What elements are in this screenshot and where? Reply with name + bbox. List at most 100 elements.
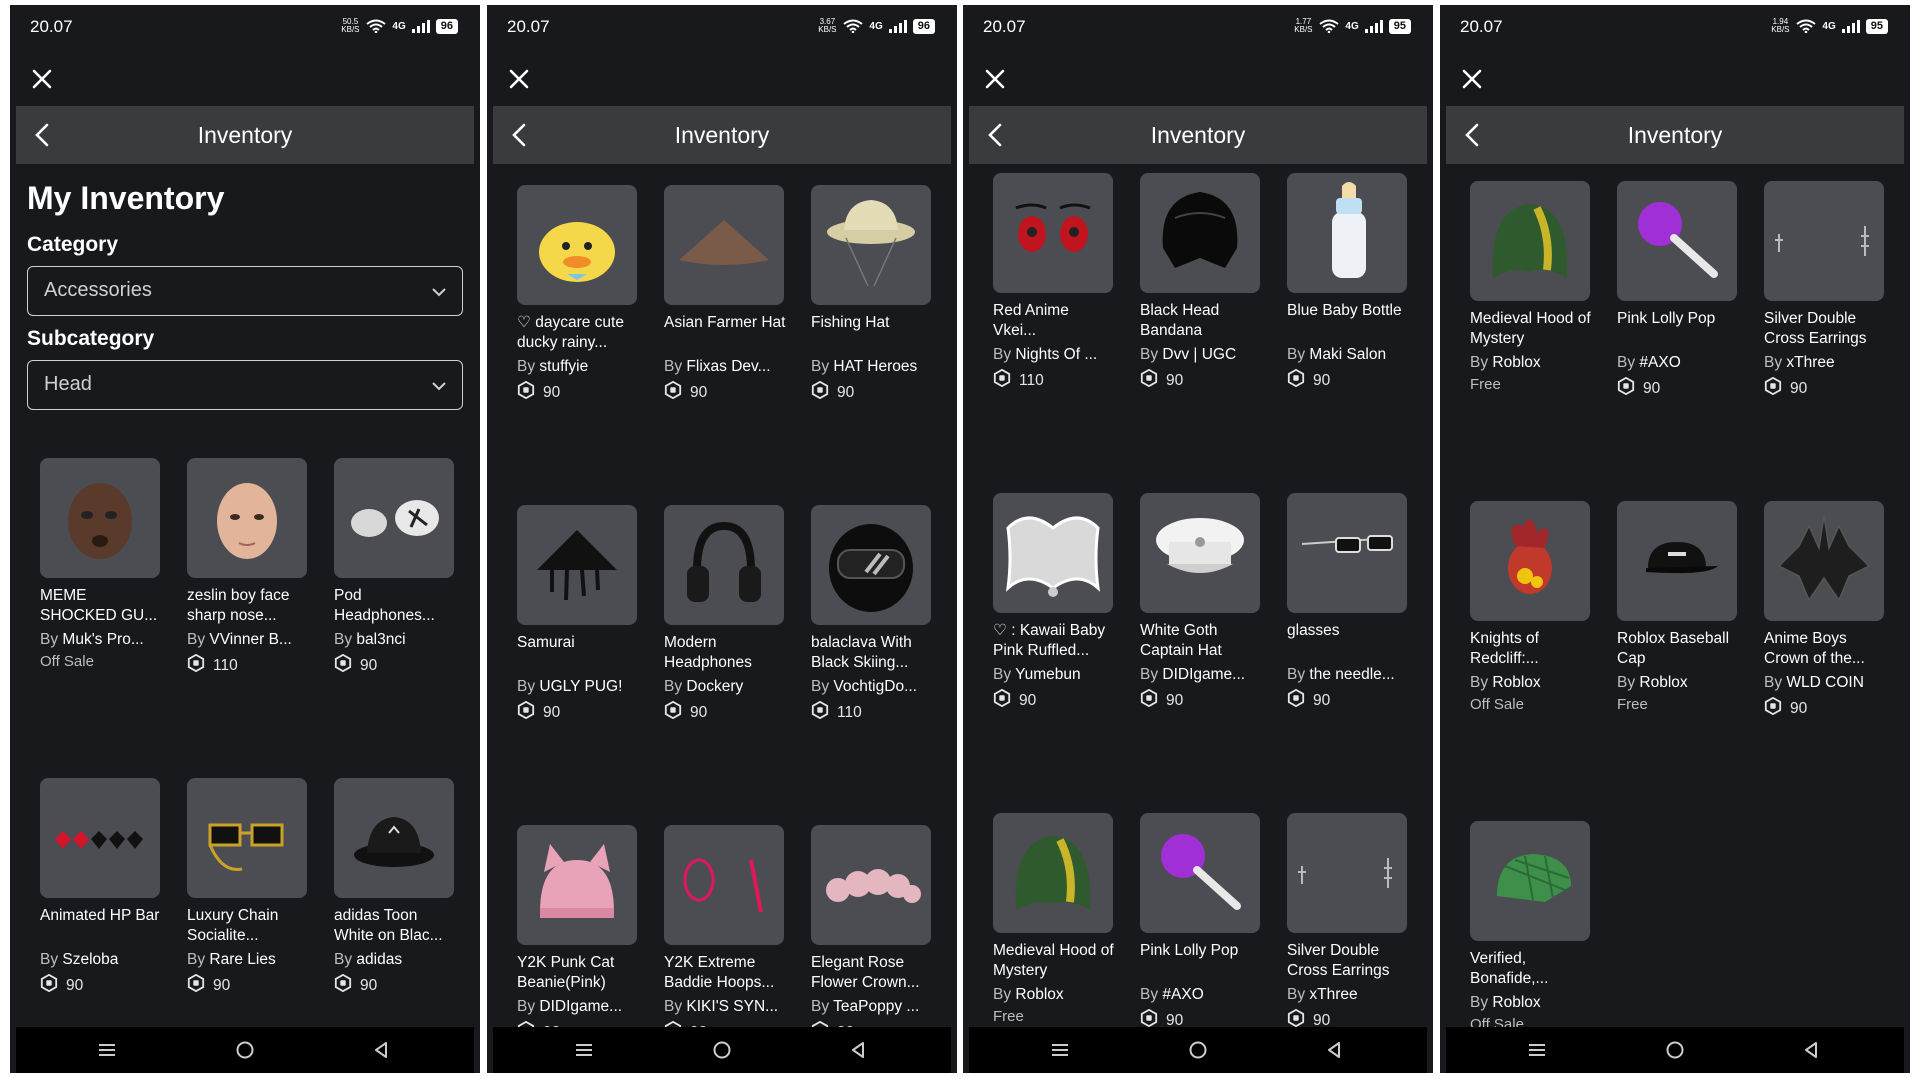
inventory-item[interactable]: Silver Double Cross Earrings By xThree 90 <box>1764 181 1886 400</box>
creator-name[interactable]: Yumebun <box>1015 666 1081 683</box>
subcategory-dropdown[interactable]: Head <box>27 360 463 410</box>
item-thumbnail[interactable] <box>187 458 307 578</box>
inventory-item[interactable]: Samurai By UGLY PUG! 90 <box>517 505 639 724</box>
item-name[interactable]: Pink Lolly Pop <box>1140 941 1262 981</box>
item-thumbnail[interactable] <box>993 173 1113 293</box>
recent-apps-icon[interactable] <box>1526 1039 1548 1061</box>
inventory-item[interactable]: Pink Lolly Pop By #AXO 90 <box>1617 181 1739 400</box>
inventory-item[interactable]: ♡ : Kawaii Baby Pink Ruffled... By Yumebu… <box>993 493 1115 712</box>
inventory-item[interactable]: Pod Headphones... By bal3nci 90 <box>334 458 456 677</box>
item-name[interactable]: Fishing Hat <box>811 313 933 353</box>
item-thumbnail[interactable] <box>1470 181 1590 301</box>
creator-name[interactable]: Roblox <box>1492 994 1540 1011</box>
item-thumbnail[interactable] <box>1764 501 1884 621</box>
item-name[interactable]: White Goth Captain Hat <box>1140 621 1262 661</box>
item-name[interactable]: Luxury Chain Socialite... <box>187 906 309 946</box>
creator-name[interactable]: VVinner B... <box>209 631 291 648</box>
item-thumbnail[interactable] <box>517 505 637 625</box>
close-icon[interactable] <box>977 61 1013 97</box>
item-name[interactable]: Modern Headphones <box>664 633 786 673</box>
item-name[interactable]: Verified, Bonafide,... <box>1470 949 1592 989</box>
item-thumbnail[interactable] <box>1140 493 1260 613</box>
item-creator[interactable]: By Dvv | UGC <box>1140 345 1262 365</box>
item-creator[interactable]: By stuffyie <box>517 357 639 377</box>
item-creator[interactable]: By Roblox <box>1470 993 1592 1013</box>
item-name[interactable]: zeslin boy face sharp nose... <box>187 586 309 626</box>
item-creator[interactable]: By #AXO <box>1140 985 1262 1005</box>
item-thumbnail[interactable] <box>1287 813 1407 933</box>
item-thumbnail[interactable] <box>187 778 307 898</box>
item-thumbnail[interactable] <box>1470 501 1590 621</box>
item-thumbnail[interactable] <box>993 493 1113 613</box>
inventory-item[interactable]: adidas Toon White on Blac... By adidas 90 <box>334 778 456 997</box>
item-thumbnail[interactable] <box>664 825 784 945</box>
creator-name[interactable]: Roblox <box>1492 674 1540 691</box>
close-icon[interactable] <box>501 61 537 97</box>
creator-name[interactable]: #AXO <box>1639 354 1680 371</box>
inventory-item[interactable]: Knights of Redcliff:... By Roblox Off Sale <box>1470 501 1592 713</box>
item-creator[interactable]: By TeaPoppy ... <box>811 997 933 1017</box>
inventory-item[interactable]: Pink Lolly Pop By #AXO 90 <box>1140 813 1262 1032</box>
creator-name[interactable]: the needle... <box>1309 666 1394 683</box>
inventory-item[interactable]: ♡ daycare cute ducky rainy... By stuffyie… <box>517 185 639 404</box>
inventory-item[interactable]: Silver Double Cross Earrings By xThree 90 <box>1287 813 1409 1032</box>
creator-name[interactable]: Rare Lies <box>209 951 275 968</box>
nav-back-icon[interactable] <box>370 1039 392 1061</box>
close-icon[interactable] <box>24 61 60 97</box>
item-thumbnail[interactable] <box>1140 813 1260 933</box>
item-name[interactable]: Animated HP Bar <box>40 906 162 946</box>
item-name[interactable]: Knights of Redcliff:... <box>1470 629 1592 669</box>
item-name[interactable]: MEME SHOCKED GU... <box>40 586 162 626</box>
item-name[interactable]: Silver Double Cross Earrings <box>1287 941 1409 981</box>
item-creator[interactable]: By Roblox <box>1470 353 1592 373</box>
item-name[interactable]: Samurai <box>517 633 639 673</box>
item-creator[interactable]: By KIKI'S SYN... <box>664 997 786 1017</box>
item-name[interactable]: glasses <box>1287 621 1409 661</box>
item-name[interactable]: Anime Boys Crown of the... <box>1764 629 1886 669</box>
inventory-item[interactable]: balaclava With Black Skiing... By Vochtig… <box>811 505 933 724</box>
inventory-item[interactable]: Animated HP Bar By Szeloba 90 <box>40 778 162 997</box>
item-creator[interactable]: By VVinner B... <box>187 630 309 650</box>
recent-apps-icon[interactable] <box>96 1039 118 1061</box>
item-name[interactable]: Silver Double Cross Earrings <box>1764 309 1886 349</box>
item-creator[interactable]: By Yumebun <box>993 665 1115 685</box>
recent-apps-icon[interactable] <box>1049 1039 1071 1061</box>
inventory-item[interactable]: White Goth Captain Hat By DIDIgame... 90 <box>1140 493 1262 712</box>
creator-name[interactable]: Roblox <box>1639 674 1687 691</box>
creator-name[interactable]: #AXO <box>1162 986 1203 1003</box>
item-thumbnail[interactable] <box>993 813 1113 933</box>
inventory-item[interactable]: Blue Baby Bottle By Maki Salon 90 <box>1287 173 1409 392</box>
item-name[interactable]: Y2K Extreme Baddie Hoops... <box>664 953 786 993</box>
item-creator[interactable]: By WLD COIN <box>1764 673 1886 693</box>
item-creator[interactable]: By Muk's Pro... <box>40 630 162 650</box>
creator-name[interactable]: stuffyie <box>539 358 588 375</box>
item-name[interactable]: Elegant Rose Flower Crown... <box>811 953 933 993</box>
item-creator[interactable]: By Maki Salon <box>1287 345 1409 365</box>
inventory-item[interactable]: Modern Headphones By Dockery 90 <box>664 505 786 724</box>
item-creator[interactable]: By bal3nci <box>334 630 456 650</box>
item-thumbnail[interactable] <box>334 778 454 898</box>
item-name[interactable]: Blue Baby Bottle <box>1287 301 1409 341</box>
item-creator[interactable]: By Szeloba <box>40 950 162 970</box>
item-name[interactable]: Roblox Baseball Cap <box>1617 629 1739 669</box>
creator-name[interactable]: DIDIgame... <box>1162 666 1245 683</box>
creator-name[interactable]: Nights Of ... <box>1015 346 1097 363</box>
item-thumbnail[interactable] <box>1617 181 1737 301</box>
inventory-item[interactable]: Elegant Rose Flower Crown... By TeaPoppy … <box>811 825 933 1044</box>
inventory-item[interactable]: Luxury Chain Socialite... By Rare Lies 90 <box>187 778 309 997</box>
item-thumbnail[interactable] <box>1287 173 1407 293</box>
item-name[interactable]: adidas Toon White on Blac... <box>334 906 456 946</box>
item-creator[interactable]: By VochtigDo... <box>811 677 933 697</box>
item-creator[interactable]: By DIDIgame... <box>517 997 639 1017</box>
inventory-item[interactable]: Y2K Punk Cat Beanie(Pink)By DIDIgame...9… <box>517 825 639 1044</box>
item-thumbnail[interactable] <box>334 458 454 578</box>
creator-name[interactable]: xThree <box>1309 986 1357 1003</box>
item-name[interactable]: Red Anime Vkei... <box>993 301 1115 341</box>
creator-name[interactable]: VochtigDo... <box>833 678 917 695</box>
item-name[interactable]: Pod Headphones... <box>334 586 456 626</box>
item-creator[interactable]: By Rare Lies <box>187 950 309 970</box>
creator-name[interactable]: adidas <box>356 951 402 968</box>
creator-name[interactable]: Dvv | UGC <box>1162 346 1236 363</box>
creator-name[interactable]: KIKI'S SYN... <box>686 998 778 1015</box>
creator-name[interactable]: WLD COIN <box>1786 674 1864 691</box>
